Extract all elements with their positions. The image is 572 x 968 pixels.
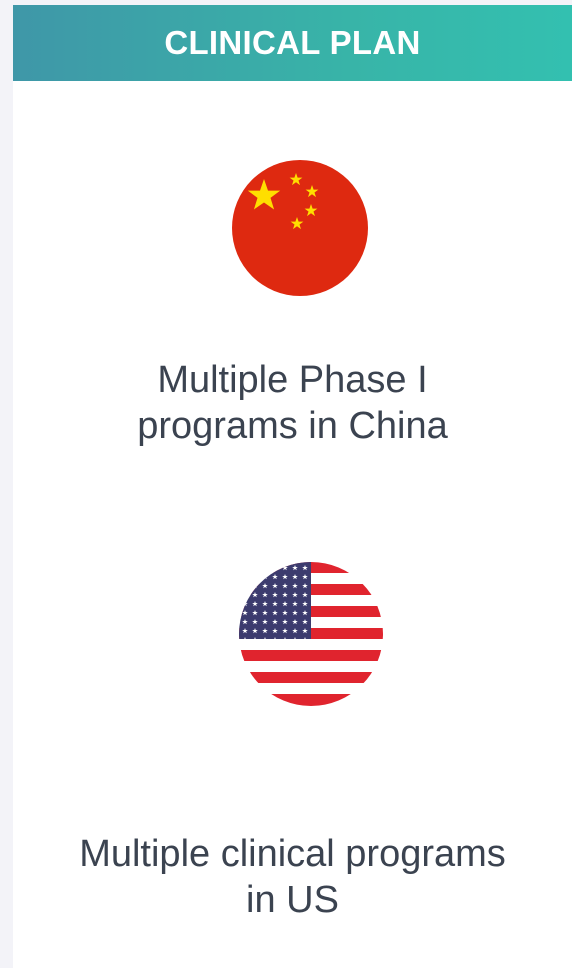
china-flag-icon [232,160,368,296]
caption-line: programs in China [137,405,448,447]
caption-line: Multiple clinical programs [79,833,506,875]
china-programs-caption: Multiple Phase I programs in China [13,357,572,449]
caption-line: Multiple Phase I [157,359,428,401]
clinical-plan-card: CLINICAL PLAN Multiple Phase I programs … [13,5,572,968]
card-title: CLINICAL PLAN [164,24,421,61]
us-programs-caption: Multiple clinical programs in US [13,831,572,923]
us-flag-icon [239,562,383,706]
card-header: CLINICAL PLAN [13,5,572,81]
caption-line: in US [246,879,339,921]
